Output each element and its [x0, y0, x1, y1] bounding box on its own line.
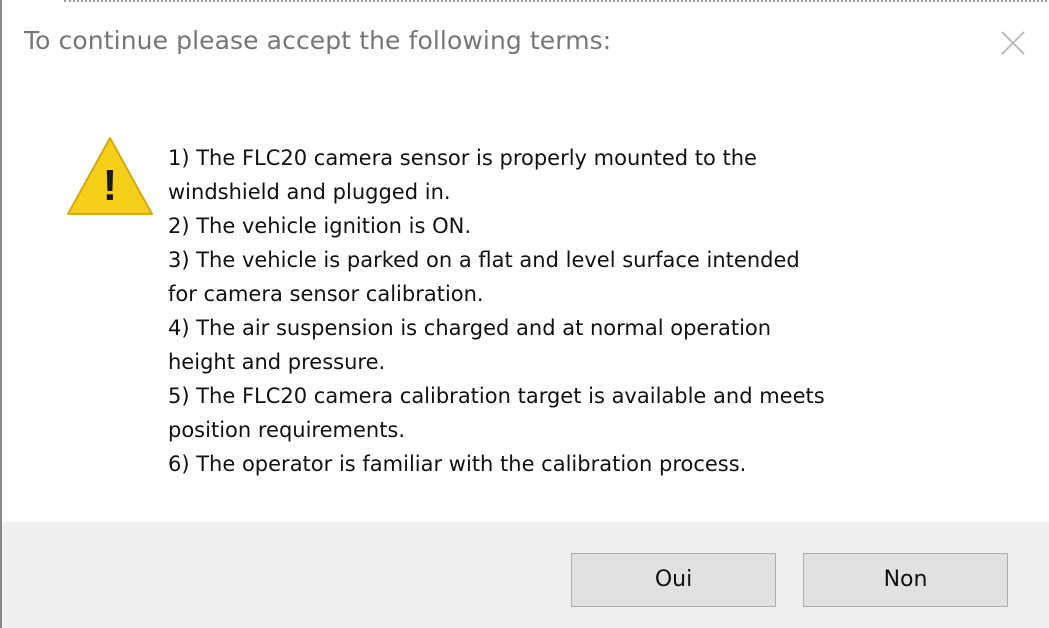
- yes-button[interactable]: Oui: [571, 553, 776, 607]
- warning-icon: !: [64, 134, 156, 218]
- close-icon[interactable]: [996, 26, 1030, 60]
- terms-line: 4) The air suspension is charged and at …: [168, 316, 772, 340]
- terms-line: 2) The vehicle ignition is ON.: [168, 214, 472, 238]
- terms-line: 6) The operator is familiar with the cal…: [168, 452, 747, 476]
- terms-line: 1) The FLC20 camera sensor is properly m…: [168, 146, 757, 170]
- terms-line: height and pressure.: [168, 350, 386, 374]
- terms-line: windshield and plugged in.: [168, 180, 451, 204]
- no-button[interactable]: Non: [803, 553, 1008, 607]
- dialog-title: To continue please accept the following …: [24, 26, 612, 55]
- terms-line: 5) The FLC20 camera calibration target i…: [168, 384, 825, 408]
- terms-line: position requirements.: [168, 418, 406, 442]
- dialog-top-edge: [64, 0, 1049, 2]
- terms-text: 1) The FLC20 camera sensor is properly m…: [168, 141, 1008, 481]
- terms-line: for camera sensor calibration.: [168, 282, 484, 306]
- warning-exclamation: !: [103, 161, 118, 210]
- terms-dialog: To continue please accept the following …: [0, 0, 1049, 628]
- terms-line: 3) The vehicle is parked on a flat and l…: [168, 248, 800, 272]
